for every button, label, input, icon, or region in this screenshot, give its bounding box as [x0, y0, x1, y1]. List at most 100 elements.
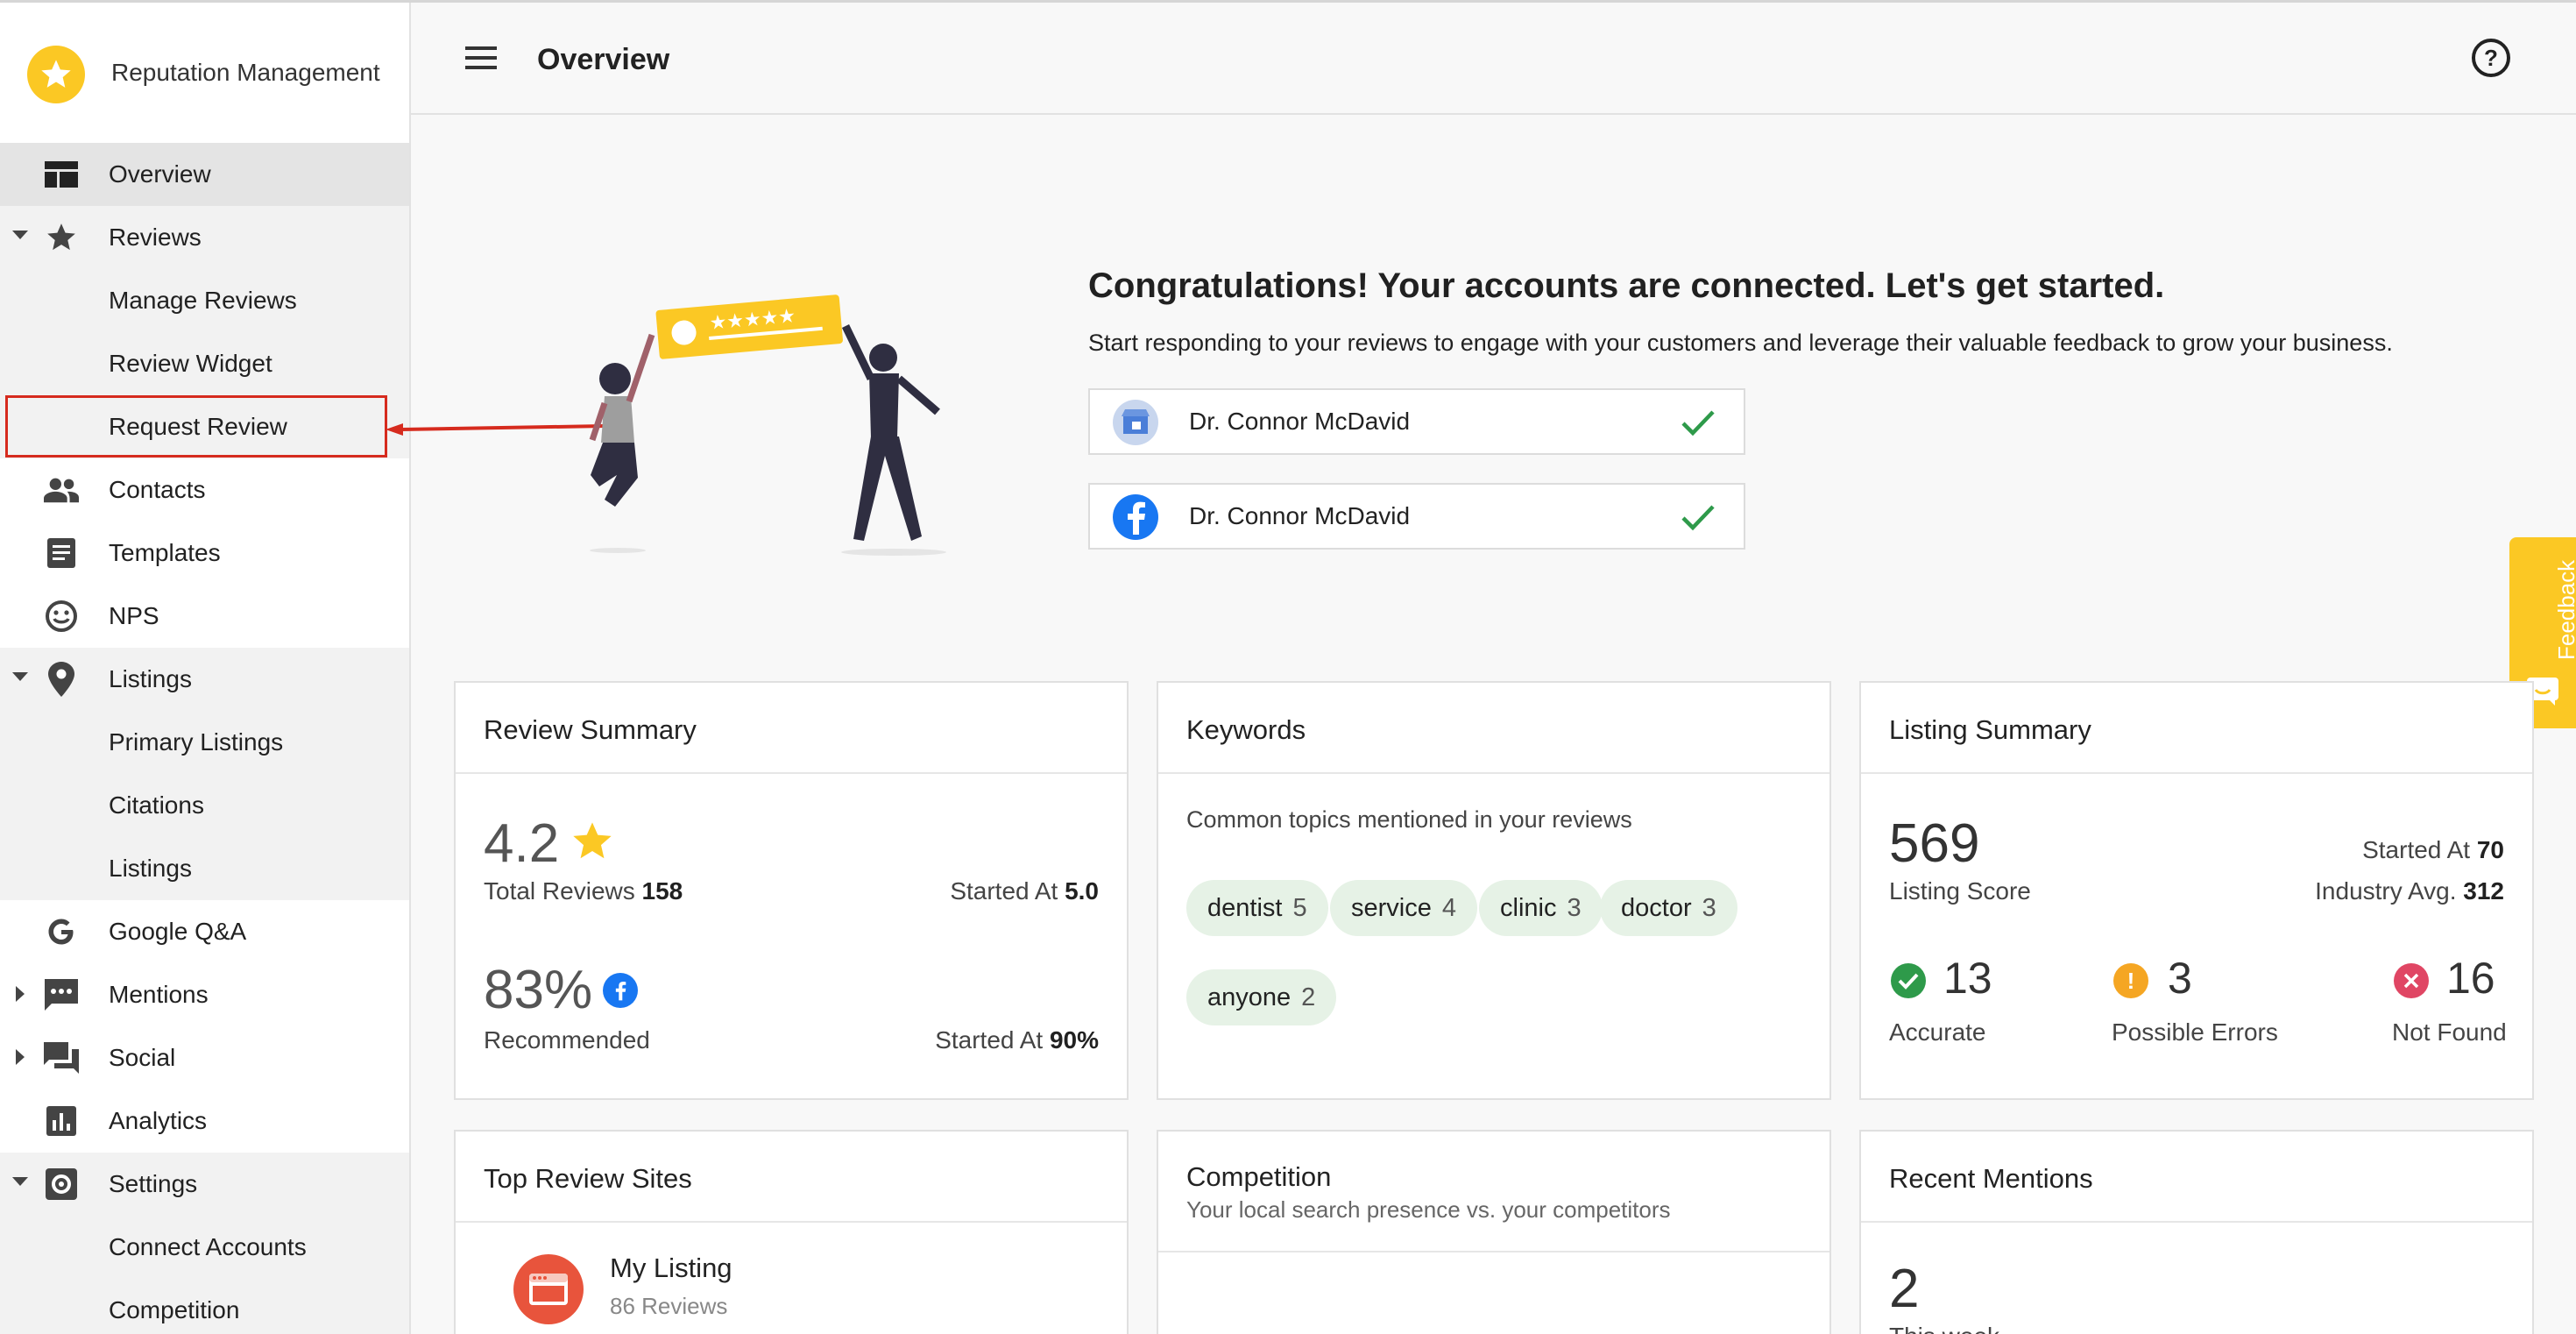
sidebar-item-listings-sub[interactable]: Listings — [0, 837, 409, 900]
card-title: Listing Summary — [1889, 714, 2091, 745]
top-app-bar: Overview ? — [411, 3, 2576, 115]
sidebar-item-label: Overview — [109, 160, 211, 188]
sidebar: Reputation Management Overview Reviews M… — [0, 3, 411, 1334]
help-icon[interactable]: ? — [2472, 39, 2510, 77]
bar-chart-icon — [44, 1105, 79, 1137]
page-title: Overview — [537, 43, 670, 76]
keywords-subtitle: Common topics mentioned in your reviews — [1186, 806, 1632, 833]
recommended-percent: 83% — [484, 960, 593, 1020]
sidebar-item-citations[interactable]: Citations — [0, 774, 409, 837]
keyword-word: doctor — [1621, 893, 1692, 922]
keyword-chip[interactable]: doctor 3 — [1600, 880, 1737, 936]
total-reviews-label: Total Reviews — [484, 877, 635, 905]
listing-started-at: Started At 70 — [2362, 836, 2504, 864]
celebration-illustration: ★★★★★ — [589, 294, 946, 556]
keyword-chip[interactable]: clinic 3 — [1479, 880, 1603, 936]
card-header: Competition Your local search presence v… — [1158, 1132, 1829, 1252]
rating-value: 4.2 — [484, 813, 560, 874]
sidebar-item-label: Settings — [109, 1170, 198, 1197]
industry-avg-value: 312 — [2463, 877, 2504, 905]
sidebar-item-label: Templates — [109, 539, 221, 566]
sidebar-item-label: Manage Reviews — [109, 287, 297, 314]
sidebar-item-label: Primary Listings — [109, 728, 284, 756]
keyword-count: 3 — [1567, 893, 1582, 922]
sidebar-item-templates[interactable]: Templates — [0, 522, 409, 585]
chevron-down-icon[interactable] — [12, 1177, 28, 1186]
card-title: Keywords — [1186, 714, 1306, 745]
chevron-down-icon[interactable] — [12, 231, 28, 239]
review-summary-card: Review Summary 4.2 Total Reviews 158 Sta… — [454, 681, 1129, 1100]
my-listing-icon — [513, 1254, 584, 1324]
brand[interactable]: Reputation Management — [0, 3, 409, 143]
sidebar-item-analytics[interactable]: Analytics — [0, 1089, 409, 1153]
sidebar-item-google-qa[interactable]: Google Q&A — [0, 900, 409, 963]
facebook-icon — [1113, 494, 1158, 540]
sidebar-item-label: Listings — [109, 855, 192, 882]
hero-title: Congratulations! Your accounts are conne… — [1088, 266, 2165, 305]
smiley-icon — [44, 600, 79, 632]
card-header: Keywords — [1158, 683, 1829, 774]
sidebar-item-contacts[interactable]: Contacts — [0, 458, 409, 522]
connected-account-google[interactable]: Dr. Connor McDavid — [1088, 388, 1745, 455]
sidebar-item-manage-reviews[interactable]: Manage Reviews — [0, 269, 409, 332]
sidebar-item-competition[interactable]: Competition — [0, 1279, 409, 1334]
sidebar-item-settings[interactable]: Settings — [0, 1153, 409, 1216]
sidebar-item-connect-accounts[interactable]: Connect Accounts — [0, 1216, 409, 1279]
brand-title: Reputation Management — [111, 59, 380, 86]
sidebar-item-label: Reviews — [109, 224, 202, 251]
sidebar-item-overview[interactable]: Overview — [0, 143, 409, 206]
top-review-sites-card: Top Review Sites My Listing 86 Reviews — [454, 1130, 1129, 1334]
started-at-label: Started At — [935, 1026, 1044, 1054]
keyword-count: 5 — [1292, 893, 1307, 922]
error-icon — [2394, 963, 2429, 998]
sidebar-item-label: Google Q&A — [109, 918, 247, 945]
card-header: Top Review Sites — [456, 1132, 1127, 1223]
account-name: Dr. Connor McDavid — [1189, 408, 1411, 435]
sidebar-item-label: Connect Accounts — [109, 1233, 307, 1260]
possible-errors-count: 3 — [2168, 954, 2192, 1003]
card-title: Competition — [1186, 1161, 1332, 1192]
started-at-value: 90% — [1049, 1026, 1099, 1054]
started-at-value: 5.0 — [1065, 877, 1099, 905]
card-title: Recent Mentions — [1889, 1163, 2093, 1194]
recommended-label: Recommended — [484, 1026, 650, 1054]
industry-avg-label: Industry Avg. — [2315, 877, 2457, 905]
keyword-chip[interactable]: service 4 — [1330, 880, 1477, 936]
keyword-chip[interactable]: dentist 5 — [1186, 880, 1328, 936]
sidebar-item-review-widget[interactable]: Review Widget — [0, 332, 409, 395]
site-review-count: 86 Reviews — [610, 1293, 728, 1319]
possible-errors-label: Possible Errors — [2112, 1018, 2278, 1046]
sidebar-item-nps[interactable]: NPS — [0, 585, 409, 648]
sidebar-item-label: NPS — [109, 602, 159, 629]
keyword-word: clinic — [1500, 893, 1557, 922]
feedback-label: Feedback — [2553, 559, 2576, 660]
check-circle-icon — [1891, 963, 1926, 998]
sidebar-item-mentions[interactable]: Mentions — [0, 963, 409, 1026]
total-reviews: Total Reviews 158 — [484, 877, 683, 905]
chat-dots-icon — [44, 979, 79, 1011]
keywords-card: Keywords Common topics mentioned in your… — [1157, 681, 1831, 1100]
sidebar-item-label: Social — [109, 1044, 176, 1071]
chevron-right-icon[interactable] — [16, 986, 25, 1002]
sidebar-item-social[interactable]: Social — [0, 1026, 409, 1089]
google-my-business-icon — [1113, 400, 1158, 445]
keyword-chip[interactable]: anyone 2 — [1186, 969, 1337, 1025]
sidebar-item-reviews[interactable]: Reviews — [0, 206, 409, 269]
site-name[interactable]: My Listing — [610, 1252, 732, 1284]
check-icon — [1681, 505, 1715, 531]
menu-icon[interactable] — [465, 46, 497, 71]
sidebar-item-listings[interactable]: Listings — [0, 648, 409, 711]
card-header: Listing Summary — [1861, 683, 2532, 774]
sidebar-item-primary-listings[interactable]: Primary Listings — [0, 711, 409, 774]
connected-account-facebook[interactable]: Dr. Connor McDavid — [1088, 483, 1745, 550]
request-review-highlight — [5, 395, 387, 458]
chevron-right-icon[interactable] — [16, 1049, 25, 1065]
recommended-started-at: Started At 90% — [935, 1026, 1099, 1054]
listing-score: 569 — [1889, 813, 1980, 874]
not-found-count: 16 — [2446, 954, 2495, 1003]
card-header: Review Summary — [456, 683, 1127, 774]
sidebar-item-label: Analytics — [109, 1107, 208, 1134]
chevron-down-icon[interactable] — [12, 672, 28, 681]
accurate-label: Accurate — [1889, 1018, 1986, 1046]
card-header: Recent Mentions — [1861, 1132, 2532, 1223]
